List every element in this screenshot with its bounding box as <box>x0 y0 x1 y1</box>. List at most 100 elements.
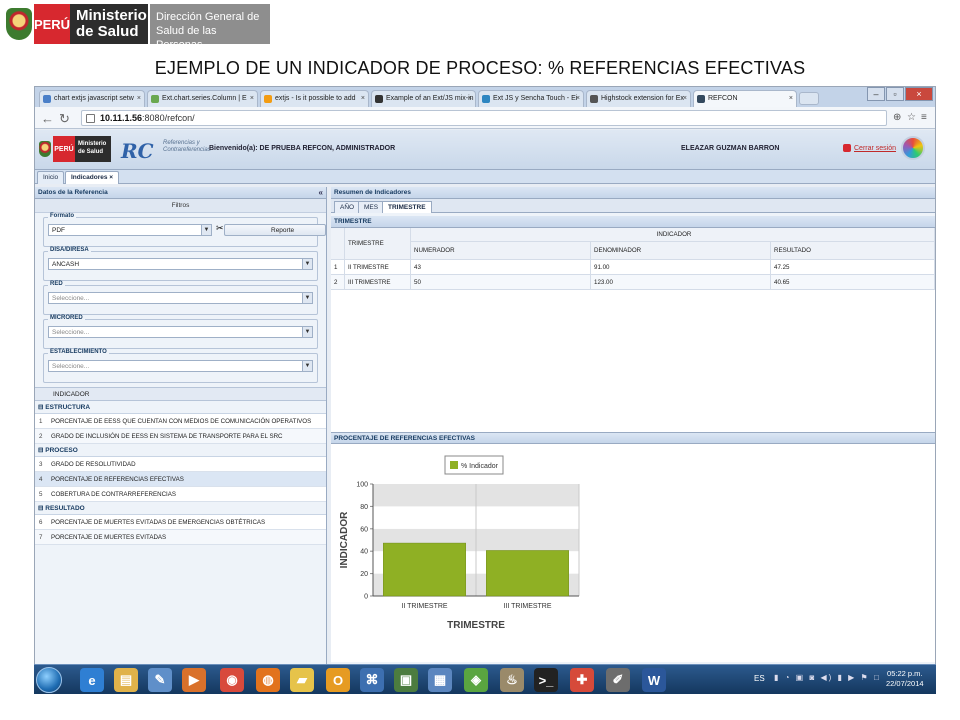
y-tick-label: 100 <box>356 482 368 489</box>
indicator-group[interactable]: ⊟ RESULTADO <box>35 502 326 515</box>
indicator-item[interactable]: 3 GRADO DE RESOLUTIVIDAD <box>35 457 326 472</box>
chart-legend[interactable]: % Indicador <box>444 455 504 475</box>
tab-inicio[interactable]: Inicio <box>37 171 65 184</box>
chevron-down-icon[interactable]: ▼ <box>302 293 312 303</box>
col-denominador[interactable]: DENOMINADOR <box>591 242 771 260</box>
tab-close-icon[interactable]: × <box>250 91 254 107</box>
maximize-button[interactable]: ▫ <box>886 87 904 101</box>
indicator-item[interactable]: 7 PORCENTAJE DE MUERTES EVITADAS <box>35 530 326 545</box>
page-icon <box>86 114 95 123</box>
back-icon[interactable]: ← <box>41 111 54 126</box>
chevron-down-icon[interactable]: ▼ <box>201 225 211 235</box>
tab-ano[interactable]: AÑO <box>334 201 361 213</box>
bar[interactable] <box>486 550 569 597</box>
browser-tab[interactable]: Highstock extension for Ex × <box>586 90 691 107</box>
explorer-icon[interactable]: ▤ <box>114 668 138 692</box>
start-button[interactable] <box>36 667 62 693</box>
collapse-icon[interactable]: « <box>319 187 323 199</box>
outlook-icon[interactable]: O <box>326 668 350 692</box>
browser-tab[interactable]: chart extjs javascript setw × <box>39 90 145 107</box>
firefox-icon[interactable]: ◍ <box>256 668 280 692</box>
col-resultado[interactable]: RESULTADO <box>771 242 935 260</box>
tab-trimestre[interactable]: TRIMESTRE <box>382 201 432 213</box>
logout-link[interactable]: Cerrar sesión <box>854 145 896 152</box>
logout-icon[interactable] <box>843 144 851 152</box>
media-icon[interactable]: ▶ <box>182 668 206 692</box>
tab-indicadores-label: Indicadores <box>71 174 108 181</box>
tab-indicadores[interactable]: Indicadores × <box>65 171 120 184</box>
browser-tab-label: chart extjs javascript setw <box>54 95 134 102</box>
new-tab-button[interactable] <box>799 92 819 105</box>
chevron-down-icon[interactable]: ▼ <box>302 259 312 269</box>
disa-select[interactable]: ANCASH ▼ <box>48 258 313 270</box>
tool-icon[interactable]: ♨ <box>500 668 524 692</box>
tab-close-icon[interactable]: × <box>576 91 580 107</box>
language-indicator[interactable]: ES <box>754 674 765 683</box>
terminal-icon[interactable]: >_ <box>534 668 558 692</box>
clock[interactable]: 05:22 p.m. 22/07/2014 <box>886 669 924 689</box>
ie-icon[interactable]: e <box>80 668 104 692</box>
coat-of-arms-icon <box>4 4 34 44</box>
row-number: 1 <box>331 260 345 275</box>
slide-header: PERÚ Ministerio de Salud Dirección Gener… <box>0 0 960 88</box>
indicator-item[interactable]: 2 GRADO DE INCLUSIÓN DE EESS EN SISTEMA D… <box>35 429 326 444</box>
logo-direccion-label: Dirección General de Salud de las Person… <box>150 4 270 51</box>
painter-icon[interactable]: ✐ <box>606 668 630 692</box>
notes-icon[interactable]: ✎ <box>148 668 172 692</box>
cell-numerador: 50 <box>411 275 591 290</box>
browser-tab[interactable]: Example of an Ext/JS mix-in × <box>371 90 476 107</box>
right-panel-title: Resumen de Indicadores <box>331 187 935 199</box>
browser-tab[interactable]: extjs - Is it possible to add × <box>260 90 369 107</box>
chevron-down-icon[interactable]: ▼ <box>302 361 312 371</box>
lifebuoy-icon[interactable]: ✚ <box>570 668 594 692</box>
indicator-group[interactable]: ⊟ ESTRUCTURA <box>35 401 326 414</box>
red-select[interactable]: Seleccione... ▼ <box>48 292 313 304</box>
microred-select[interactable]: Seleccione... ▼ <box>48 326 313 338</box>
tab-close-icon[interactable]: × <box>468 91 472 107</box>
bar[interactable] <box>383 542 466 597</box>
minimize-button[interactable]: – <box>867 87 885 101</box>
tab-close-icon[interactable]: × <box>789 91 793 107</box>
folder-icon[interactable]: ▰ <box>290 668 314 692</box>
indicator-item[interactable]: 4 PORCENTAJE DE REFERENCIAS EFECTIVAS <box>35 472 326 487</box>
chrome-icon[interactable]: ◉ <box>220 668 244 692</box>
translate-icon[interactable]: ⊕ <box>893 112 901 123</box>
network-icon[interactable]: ⌘ <box>360 668 384 692</box>
indicator-number: 5 <box>39 491 43 498</box>
monitor-icon[interactable]: ▣ <box>394 668 418 692</box>
tab-close-icon[interactable]: × <box>361 91 365 107</box>
disa-legend: DISA/DIRESA <box>48 247 91 253</box>
tab-close-icon[interactable]: × <box>683 91 687 107</box>
docs-icon[interactable]: ▦ <box>428 668 452 692</box>
menu-icon[interactable]: ≡ <box>921 112 927 123</box>
indicator-label: PORCENTAJE DE MUERTES EVITADAS DE EMERGE… <box>51 519 266 526</box>
bookmark-star-icon[interactable]: ☆ <box>907 112 916 123</box>
tab-mes[interactable]: MES <box>358 201 385 213</box>
format-select[interactable]: PDF ▼ <box>48 224 212 236</box>
browser-tab[interactable]: Ext JS y Sencha Touch - Ei × <box>478 90 584 107</box>
tab-close-icon[interactable]: × <box>137 91 141 107</box>
indicator-label: GRADO DE INCLUSIÓN DE EESS EN SISTEMA DE… <box>51 433 283 440</box>
establecimiento-select[interactable]: Seleccione... ▼ <box>48 360 313 372</box>
indicator-item[interactable]: 6 PORCENTAJE DE MUERTES EVITADAS DE EMERG… <box>35 515 326 530</box>
tab-favicon-icon <box>43 95 51 103</box>
address-field[interactable]: 10.11.1.56:8080/refcon/ <box>81 110 887 126</box>
close-window-button[interactable]: × <box>905 87 933 101</box>
tab-close-icon[interactable]: × <box>109 174 113 181</box>
chevron-down-icon[interactable]: ▼ <box>302 327 312 337</box>
browser-tab[interactable]: REFCON × <box>693 90 797 107</box>
indicator-item[interactable]: 5 COBERTURA DE CONTRARREFERENCIAS <box>35 487 326 502</box>
indicator-item[interactable]: 1 PORCENTAJE DE EESS QUE CUENTAN CON MEDI… <box>35 414 326 429</box>
map-icon[interactable]: ◈ <box>464 668 488 692</box>
reload-icon[interactable]: ↻ <box>59 111 70 127</box>
indicator-group[interactable]: ⊟ PROCESO <box>35 444 326 457</box>
report-button[interactable]: Reporte <box>224 224 326 236</box>
col-numerador[interactable]: NUMERADOR <box>411 242 591 260</box>
indicator-number: 2 <box>39 433 43 440</box>
browser-tab[interactable]: Ext.chart.series.Column | E × <box>147 90 258 107</box>
app-cube-icon[interactable] <box>901 136 925 160</box>
browser-tab-label: extjs - Is it possible to add <box>275 95 356 102</box>
left-panel-title: Datos de la Referencia « <box>35 187 326 199</box>
system-tray-icons[interactable]: ▮ ◔ ▣ ◙ ◀) ▮ ▶ ⚑ □ <box>774 673 881 682</box>
word-icon[interactable]: W <box>642 668 666 692</box>
